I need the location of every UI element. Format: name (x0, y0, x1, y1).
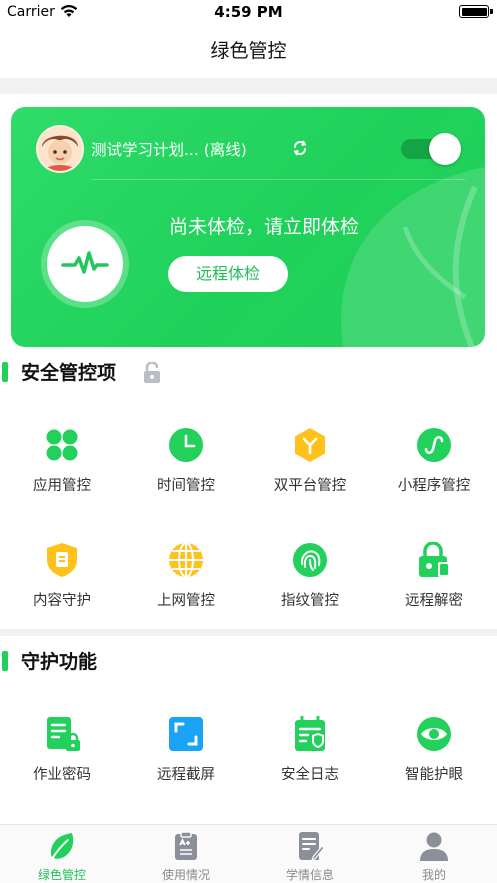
tab-study-info[interactable]: 学情信息 (248, 825, 372, 883)
section-accent-bar (2, 362, 8, 382)
remote-screenshot-item[interactable]: 远程截屏 (124, 716, 248, 788)
content-guard-item[interactable]: 内容守护 (0, 542, 124, 614)
clock-icon (169, 428, 203, 462)
app-control-item[interactable]: 应用管控 (0, 427, 124, 499)
app-grid-icon (46, 429, 78, 461)
card-divider (91, 179, 465, 180)
time-control-item[interactable]: 时间管控 (124, 427, 248, 499)
battery-icon (459, 5, 493, 18)
health-check-message: 尚未体检，请立即体检 (169, 216, 360, 238)
control-toggle[interactable] (401, 133, 461, 165)
clipboard-icon (175, 831, 197, 860)
grid-item-label: 时间管控 (157, 478, 215, 494)
header-separator (0, 78, 497, 94)
mini-program-icon (417, 428, 451, 462)
remote-unlock-item[interactable]: 远程解密 (372, 542, 496, 614)
eye-care-item[interactable]: 智能护眼 (372, 716, 496, 788)
security-log-item[interactable]: 安全日志 (248, 716, 372, 788)
clock-time: 4:59 PM (214, 3, 283, 21)
refresh-icon[interactable] (291, 139, 309, 157)
grid-item-label: 应用管控 (33, 478, 91, 494)
grid-item-label: 小程序管控 (397, 478, 471, 494)
boy-avatar-icon (38, 127, 82, 171)
fingerprint-icon (293, 543, 327, 577)
avatar[interactable] (36, 125, 84, 173)
tab-usage[interactable]: 使用情况 (124, 825, 248, 883)
toggle-knob (429, 133, 461, 165)
internet-control-item[interactable]: 上网管控 (124, 542, 248, 614)
unlocked-padlock-icon[interactable] (142, 362, 166, 384)
heartbeat-icon (61, 251, 109, 274)
mini-program-control-item[interactable]: 小程序管控 (372, 427, 496, 499)
bottom-tab-bar: 绿色管控 使用情况 学情信息 我的 (0, 824, 497, 883)
user-icon (420, 832, 448, 861)
section-title: 安全管控项 (21, 362, 117, 384)
content-shield-icon (47, 543, 77, 577)
globe-icon (169, 542, 203, 578)
device-name[interactable]: 测试学习计划... (离线) (91, 138, 247, 160)
grid-item-label: 安全日志 (281, 767, 339, 783)
tab-green-control[interactable]: 绿色管控 (0, 825, 124, 883)
dual-platform-control-item[interactable]: 双平台管控 (248, 427, 372, 499)
tab-label: 绿色管控 (37, 868, 86, 882)
security-log-icon (295, 716, 325, 751)
section-accent-bar (2, 651, 8, 671)
screenshot-icon (169, 717, 203, 751)
remote-check-button[interactable]: 远程体检 (168, 256, 288, 292)
tab-label: 使用情况 (161, 868, 210, 882)
grid-item-label: 内容守护 (33, 593, 91, 609)
homework-password-item[interactable]: 作业密码 (0, 716, 124, 788)
dual-platform-icon (295, 428, 325, 462)
guard-section-header: 守护功能 (0, 647, 200, 677)
eye-icon (417, 717, 451, 751)
page-title: 绿色管控 (210, 40, 287, 62)
grid-item-label: 作业密码 (33, 767, 91, 783)
section-divider (0, 629, 497, 636)
leaf-icon (50, 833, 74, 860)
device-status-card[interactable]: 测试学习计划... (离线) 尚未体检，请立即体检 远程体检 (11, 107, 485, 347)
health-check-badge (47, 226, 123, 302)
section-title: 守护功能 (21, 651, 98, 673)
leaf-watermark-icon (341, 167, 485, 347)
unlock-icon (419, 542, 450, 577)
grid-item-label: 智能护眼 (405, 767, 463, 783)
tab-label: 我的 (421, 868, 446, 882)
status-bar: Carrier 4:59 PM (0, 0, 497, 26)
grid-item-label: 上网管控 (157, 593, 215, 609)
grid-item-label: 远程解密 (405, 593, 463, 609)
security-section-header: 安全管控项 (0, 358, 200, 388)
tab-mine[interactable]: 我的 (372, 825, 496, 883)
tab-label: 学情信息 (285, 868, 334, 882)
grid-item-label: 双平台管控 (273, 478, 347, 494)
homework-lock-icon (47, 717, 80, 751)
document-edit-icon (299, 832, 324, 861)
grid-item-label: 指纹管控 (281, 593, 339, 609)
grid-item-label: 远程截屏 (157, 767, 215, 783)
fingerprint-control-item[interactable]: 指纹管控 (248, 542, 372, 614)
